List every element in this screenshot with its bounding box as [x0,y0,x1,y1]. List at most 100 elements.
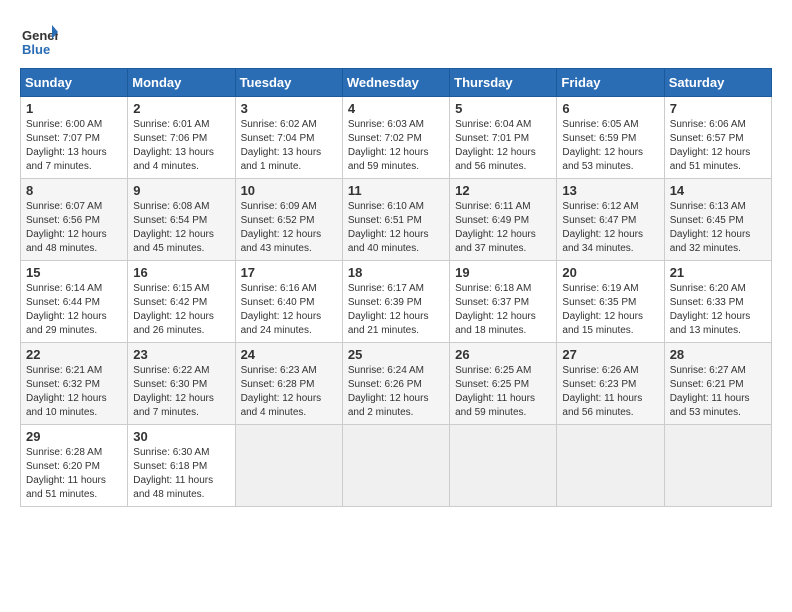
day-cell: 29 Sunrise: 6:28 AM Sunset: 6:20 PM Dayli… [21,425,128,507]
day-number: 14 [670,183,766,198]
day-cell: 2 Sunrise: 6:01 AM Sunset: 7:06 PM Daylig… [128,97,235,179]
day-cell: 25 Sunrise: 6:24 AM Sunset: 6:26 PM Dayli… [342,343,449,425]
day-info: Sunrise: 6:03 AM Sunset: 7:02 PM Dayligh… [348,118,444,174]
calendar-table: SundayMondayTuesdayWednesdayThursdayFrid… [20,68,772,507]
col-header-monday: Monday [128,69,235,97]
day-number: 29 [26,429,122,444]
day-info: Sunrise: 6:22 AM Sunset: 6:30 PM Dayligh… [133,364,229,420]
day-cell: 7 Sunrise: 6:06 AM Sunset: 6:57 PM Daylig… [664,97,771,179]
day-cell [450,425,557,507]
day-cell [342,425,449,507]
day-number: 27 [562,347,658,362]
day-number: 25 [348,347,444,362]
day-info: Sunrise: 6:10 AM Sunset: 6:51 PM Dayligh… [348,200,444,256]
day-info: Sunrise: 6:11 AM Sunset: 6:49 PM Dayligh… [455,200,551,256]
day-number: 24 [241,347,337,362]
day-info: Sunrise: 6:12 AM Sunset: 6:47 PM Dayligh… [562,200,658,256]
col-header-thursday: Thursday [450,69,557,97]
page-header: General Blue [20,20,772,58]
day-cell: 24 Sunrise: 6:23 AM Sunset: 6:28 PM Dayli… [235,343,342,425]
day-cell: 17 Sunrise: 6:16 AM Sunset: 6:40 PM Dayli… [235,261,342,343]
day-info: Sunrise: 6:16 AM Sunset: 6:40 PM Dayligh… [241,282,337,338]
day-cell: 22Sunrise: 6:21 AM Sunset: 6:32 PM Dayli… [21,343,128,425]
day-info: Sunrise: 6:09 AM Sunset: 6:52 PM Dayligh… [241,200,337,256]
day-info: Sunrise: 6:26 AM Sunset: 6:23 PM Dayligh… [562,364,658,420]
day-number: 20 [562,265,658,280]
day-info: Sunrise: 6:14 AM Sunset: 6:44 PM Dayligh… [26,282,122,338]
day-info: Sunrise: 6:15 AM Sunset: 6:42 PM Dayligh… [133,282,229,338]
day-info: Sunrise: 6:27 AM Sunset: 6:21 PM Dayligh… [670,364,766,420]
day-number: 19 [455,265,551,280]
day-number: 26 [455,347,551,362]
day-cell: 5 Sunrise: 6:04 AM Sunset: 7:01 PM Daylig… [450,97,557,179]
col-header-wednesday: Wednesday [342,69,449,97]
day-cell: 14 Sunrise: 6:13 AM Sunset: 6:45 PM Dayli… [664,179,771,261]
week-row-3: 15 Sunrise: 6:14 AM Sunset: 6:44 PM Dayli… [21,261,772,343]
day-number: 2 [133,101,229,116]
day-info: Sunrise: 6:19 AM Sunset: 6:35 PM Dayligh… [562,282,658,338]
day-cell: 11 Sunrise: 6:10 AM Sunset: 6:51 PM Dayli… [342,179,449,261]
day-cell: 20 Sunrise: 6:19 AM Sunset: 6:35 PM Dayli… [557,261,664,343]
day-info: Sunrise: 6:30 AM Sunset: 6:18 PM Dayligh… [133,446,229,502]
day-cell: 12 Sunrise: 6:11 AM Sunset: 6:49 PM Dayli… [450,179,557,261]
day-cell: 19Sunrise: 6:18 AM Sunset: 6:37 PM Dayli… [450,261,557,343]
day-number: 21 [670,265,766,280]
day-number: 9 [133,183,229,198]
day-number: 15 [26,265,122,280]
week-row-5: 29 Sunrise: 6:28 AM Sunset: 6:20 PM Dayli… [21,425,772,507]
day-cell: 15 Sunrise: 6:14 AM Sunset: 6:44 PM Dayli… [21,261,128,343]
day-cell: 21 Sunrise: 6:20 AM Sunset: 6:33 PM Dayli… [664,261,771,343]
day-info: Sunrise: 6:28 AM Sunset: 6:20 PM Dayligh… [26,446,122,502]
day-cell: 6 Sunrise: 6:05 AM Sunset: 6:59 PM Daylig… [557,97,664,179]
week-row-4: 22Sunrise: 6:21 AM Sunset: 6:32 PM Dayli… [21,343,772,425]
day-number: 3 [241,101,337,116]
day-number: 6 [562,101,658,116]
day-number: 30 [133,429,229,444]
day-info: Sunrise: 6:05 AM Sunset: 6:59 PM Dayligh… [562,118,658,174]
day-cell: 23Sunrise: 6:22 AM Sunset: 6:30 PM Dayli… [128,343,235,425]
logo: General Blue [20,20,64,58]
day-cell: 28 Sunrise: 6:27 AM Sunset: 6:21 PM Dayli… [664,343,771,425]
day-info: Sunrise: 6:21 AM Sunset: 6:32 PM Dayligh… [26,364,122,420]
day-cell: 13Sunrise: 6:12 AM Sunset: 6:47 PM Dayli… [557,179,664,261]
day-number: 4 [348,101,444,116]
week-row-1: 1 Sunrise: 6:00 AM Sunset: 7:07 PM Daylig… [21,97,772,179]
day-info: Sunrise: 6:23 AM Sunset: 6:28 PM Dayligh… [241,364,337,420]
day-number: 16 [133,265,229,280]
day-info: Sunrise: 6:04 AM Sunset: 7:01 PM Dayligh… [455,118,551,174]
day-cell: 16 Sunrise: 6:15 AM Sunset: 6:42 PM Dayli… [128,261,235,343]
day-info: Sunrise: 6:06 AM Sunset: 6:57 PM Dayligh… [670,118,766,174]
day-cell: 9 Sunrise: 6:08 AM Sunset: 6:54 PM Daylig… [128,179,235,261]
day-info: Sunrise: 6:00 AM Sunset: 7:07 PM Dayligh… [26,118,122,174]
day-cell: 4 Sunrise: 6:03 AM Sunset: 7:02 PM Daylig… [342,97,449,179]
col-header-saturday: Saturday [664,69,771,97]
day-cell: 1 Sunrise: 6:00 AM Sunset: 7:07 PM Daylig… [21,97,128,179]
logo-icon: General Blue [20,20,58,58]
day-cell: 10Sunrise: 6:09 AM Sunset: 6:52 PM Dayli… [235,179,342,261]
day-number: 1 [26,101,122,116]
day-cell: 8Sunrise: 6:07 AM Sunset: 6:56 PM Daylig… [21,179,128,261]
day-cell [557,425,664,507]
day-cell [664,425,771,507]
day-cell: 26 Sunrise: 6:25 AM Sunset: 6:25 PM Dayli… [450,343,557,425]
day-info: Sunrise: 6:01 AM Sunset: 7:06 PM Dayligh… [133,118,229,174]
day-info: Sunrise: 6:17 AM Sunset: 6:39 PM Dayligh… [348,282,444,338]
day-info: Sunrise: 6:24 AM Sunset: 6:26 PM Dayligh… [348,364,444,420]
day-number: 17 [241,265,337,280]
day-number: 7 [670,101,766,116]
day-number: 28 [670,347,766,362]
day-number: 8 [26,183,122,198]
svg-text:Blue: Blue [22,42,50,57]
day-info: Sunrise: 6:20 AM Sunset: 6:33 PM Dayligh… [670,282,766,338]
day-number: 12 [455,183,551,198]
day-info: Sunrise: 6:02 AM Sunset: 7:04 PM Dayligh… [241,118,337,174]
day-number: 18 [348,265,444,280]
day-number: 11 [348,183,444,198]
day-info: Sunrise: 6:13 AM Sunset: 6:45 PM Dayligh… [670,200,766,256]
day-info: Sunrise: 6:08 AM Sunset: 6:54 PM Dayligh… [133,200,229,256]
col-header-tuesday: Tuesday [235,69,342,97]
day-cell: 3 Sunrise: 6:02 AM Sunset: 7:04 PM Daylig… [235,97,342,179]
day-cell: 18 Sunrise: 6:17 AM Sunset: 6:39 PM Dayli… [342,261,449,343]
day-number: 5 [455,101,551,116]
day-info: Sunrise: 6:25 AM Sunset: 6:25 PM Dayligh… [455,364,551,420]
